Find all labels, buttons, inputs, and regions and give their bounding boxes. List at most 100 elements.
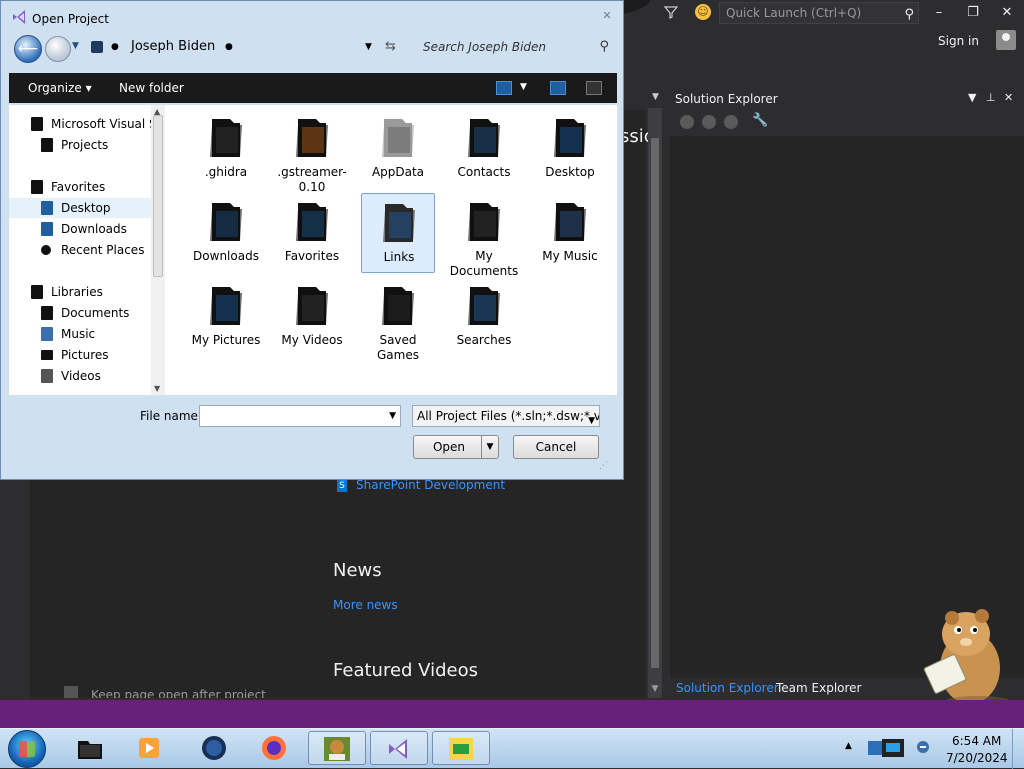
- start-button[interactable]: [8, 730, 46, 768]
- new-folder-button[interactable]: New folder: [119, 81, 184, 95]
- address-dropdown-icon[interactable]: ▼: [365, 42, 372, 52]
- file-list: .ghidra .gstreamer-0.10 AppData Contacts Des…: [165, 105, 617, 395]
- open-button[interactable]: Open ▼: [413, 435, 499, 459]
- address-bar[interactable]: ● Joseph Biden ● ▼ ⇆: [85, 35, 403, 59]
- show-desktop-button[interactable]: [1012, 729, 1024, 769]
- file-item[interactable]: AppData: [361, 109, 435, 189]
- file-item[interactable]: My Documents: [447, 193, 521, 278]
- more-news-link[interactable]: More news: [333, 598, 398, 612]
- file-item[interactable]: Saved Games: [361, 277, 435, 362]
- file-item[interactable]: My Music: [533, 193, 607, 273]
- organize-button[interactable]: Organize ▾: [28, 81, 92, 95]
- minimize-button[interactable]: –: [926, 3, 952, 23]
- file-item-label: Links: [383, 250, 415, 264]
- start-page-scrollbar[interactable]: ▼: [648, 108, 662, 698]
- breadcrumb-separator[interactable]: ●: [225, 42, 233, 52]
- taskbar-item-box[interactable]: [308, 731, 366, 765]
- nav-item-music[interactable]: Music: [9, 324, 151, 344]
- panel-close-icon[interactable]: ✕: [1004, 91, 1013, 104]
- recent-locations-dropdown[interactable]: ▼: [72, 41, 79, 51]
- file-item-label: AppData: [371, 165, 425, 179]
- clock-date[interactable]: 7/20/2024: [946, 751, 1008, 765]
- nav-item-favorites[interactable]: Favorites: [9, 177, 151, 197]
- nav-item-desktop[interactable]: Desktop: [9, 198, 151, 218]
- desktop-icon: [41, 201, 53, 215]
- change-view-icon[interactable]: [496, 81, 512, 95]
- volume-tray-icon[interactable]: [916, 740, 930, 754]
- pin-icon[interactable]: ⊥: [986, 91, 996, 104]
- clock-time[interactable]: 6:54 AM: [952, 734, 1001, 748]
- search-icon[interactable]: ⚲: [599, 39, 609, 54]
- back-icon[interactable]: [680, 115, 694, 129]
- resize-grip-icon[interactable]: ⋰: [599, 461, 611, 473]
- back-button[interactable]: ⟵: [14, 35, 42, 63]
- quick-launch-input[interactable]: Quick Launch (Ctrl+Q) ⚲: [719, 2, 919, 24]
- taskbar-item-explorer[interactable]: [64, 731, 116, 765]
- account-icon[interactable]: [996, 30, 1016, 50]
- file-item[interactable]: Contacts: [447, 109, 521, 189]
- chevron-down-icon[interactable]: ▼: [652, 92, 659, 102]
- taskbar-item-globe[interactable]: [188, 731, 240, 765]
- search-input[interactable]: Search Joseph Biden ⚲: [413, 35, 615, 59]
- panel-menu-icon[interactable]: ▼: [968, 91, 976, 104]
- nav-item-pictures[interactable]: Pictures: [9, 345, 151, 365]
- cancel-button[interactable]: Cancel: [513, 435, 599, 459]
- tray-expand-icon[interactable]: ▲: [845, 741, 852, 751]
- solution-explorer-title: Solution Explorer: [675, 92, 778, 106]
- open-project-dialog: Open Project ✕ ⟵ ▼ ● Joseph Biden ● ▼ ⇆ …: [0, 0, 624, 480]
- firefox-icon: [262, 736, 286, 760]
- restore-button[interactable]: ❐: [960, 3, 986, 23]
- dialog-close-button[interactable]: ✕: [599, 9, 615, 23]
- nav-item-documents[interactable]: Documents: [9, 303, 151, 323]
- file-item[interactable]: .ghidra: [189, 109, 263, 189]
- keep-open-checkbox[interactable]: [64, 686, 78, 698]
- scrollbar-thumb[interactable]: [651, 138, 659, 668]
- navigation-scrollbar[interactable]: ▲ ▼: [151, 105, 165, 395]
- file-item[interactable]: Desktop: [533, 109, 607, 189]
- chevron-down-icon[interactable]: ▼: [588, 411, 595, 426]
- breadcrumb-separator[interactable]: ●: [111, 42, 119, 52]
- filter-icon[interactable]: [664, 5, 678, 19]
- file-item[interactable]: My Videos: [275, 277, 349, 357]
- open-options-dropdown[interactable]: ▼: [481, 436, 498, 458]
- tab-team-explorer[interactable]: Team Explorer: [776, 681, 862, 695]
- file-item[interactable]: Downloads: [189, 193, 263, 273]
- taskbar-item-media-player[interactable]: [124, 731, 176, 765]
- search-icon[interactable]: ⚲: [904, 5, 914, 25]
- nav-item-videos[interactable]: Videos: [9, 366, 151, 386]
- nav-item-visual-studio[interactable]: Microsoft Visual St: [9, 114, 151, 134]
- file-name-input[interactable]: ▼: [199, 405, 401, 427]
- nav-item-projects[interactable]: Projects: [9, 135, 151, 155]
- breadcrumb-current[interactable]: Joseph Biden: [131, 39, 215, 54]
- forward-button[interactable]: [45, 36, 71, 62]
- taskbar-item-visual-studio[interactable]: [370, 731, 428, 765]
- nav-item-libraries[interactable]: Libraries: [9, 282, 151, 302]
- wrench-icon[interactable]: 🔧: [752, 113, 768, 128]
- file-item[interactable]: Favorites: [275, 193, 349, 273]
- file-name-dropdown-icon[interactable]: ▼: [389, 411, 396, 421]
- taskbar-item-firefox[interactable]: [248, 731, 300, 765]
- close-button[interactable]: ✕: [994, 3, 1020, 23]
- feedback-smile-icon[interactable]: ☺: [695, 4, 711, 20]
- nav-item-recent-places[interactable]: Recent Places: [9, 240, 151, 260]
- file-item[interactable]: .gstreamer-0.10: [275, 109, 349, 194]
- file-item[interactable]: My Pictures: [189, 277, 263, 357]
- forward-icon[interactable]: [702, 115, 716, 129]
- file-item[interactable]: Links: [361, 193, 435, 273]
- preview-pane-icon[interactable]: [550, 81, 566, 95]
- sign-in-link[interactable]: Sign in: [938, 34, 979, 48]
- file-item[interactable]: Searches: [447, 277, 521, 357]
- scrollbar-thumb[interactable]: [153, 115, 163, 277]
- scroll-down-icon[interactable]: ▼: [648, 684, 662, 698]
- taskbar-item-notes[interactable]: [432, 731, 490, 765]
- view-options-dropdown[interactable]: ▼: [520, 82, 527, 92]
- help-icon[interactable]: [586, 81, 602, 95]
- refresh-icon[interactable]: ⇆: [385, 39, 396, 54]
- file-type-select[interactable]: All Project Files (*.sln;*.dsw;*.vc ▼: [412, 405, 600, 427]
- sharepoint-link[interactable]: SharePoint Development: [356, 478, 505, 492]
- home-icon[interactable]: [724, 115, 738, 129]
- nav-item-downloads[interactable]: Downloads: [9, 219, 151, 239]
- scroll-down-icon[interactable]: ▼: [154, 384, 160, 393]
- network-tray-icon[interactable]: [866, 737, 906, 759]
- tab-solution-explorer[interactable]: Solution Explorer: [676, 681, 779, 695]
